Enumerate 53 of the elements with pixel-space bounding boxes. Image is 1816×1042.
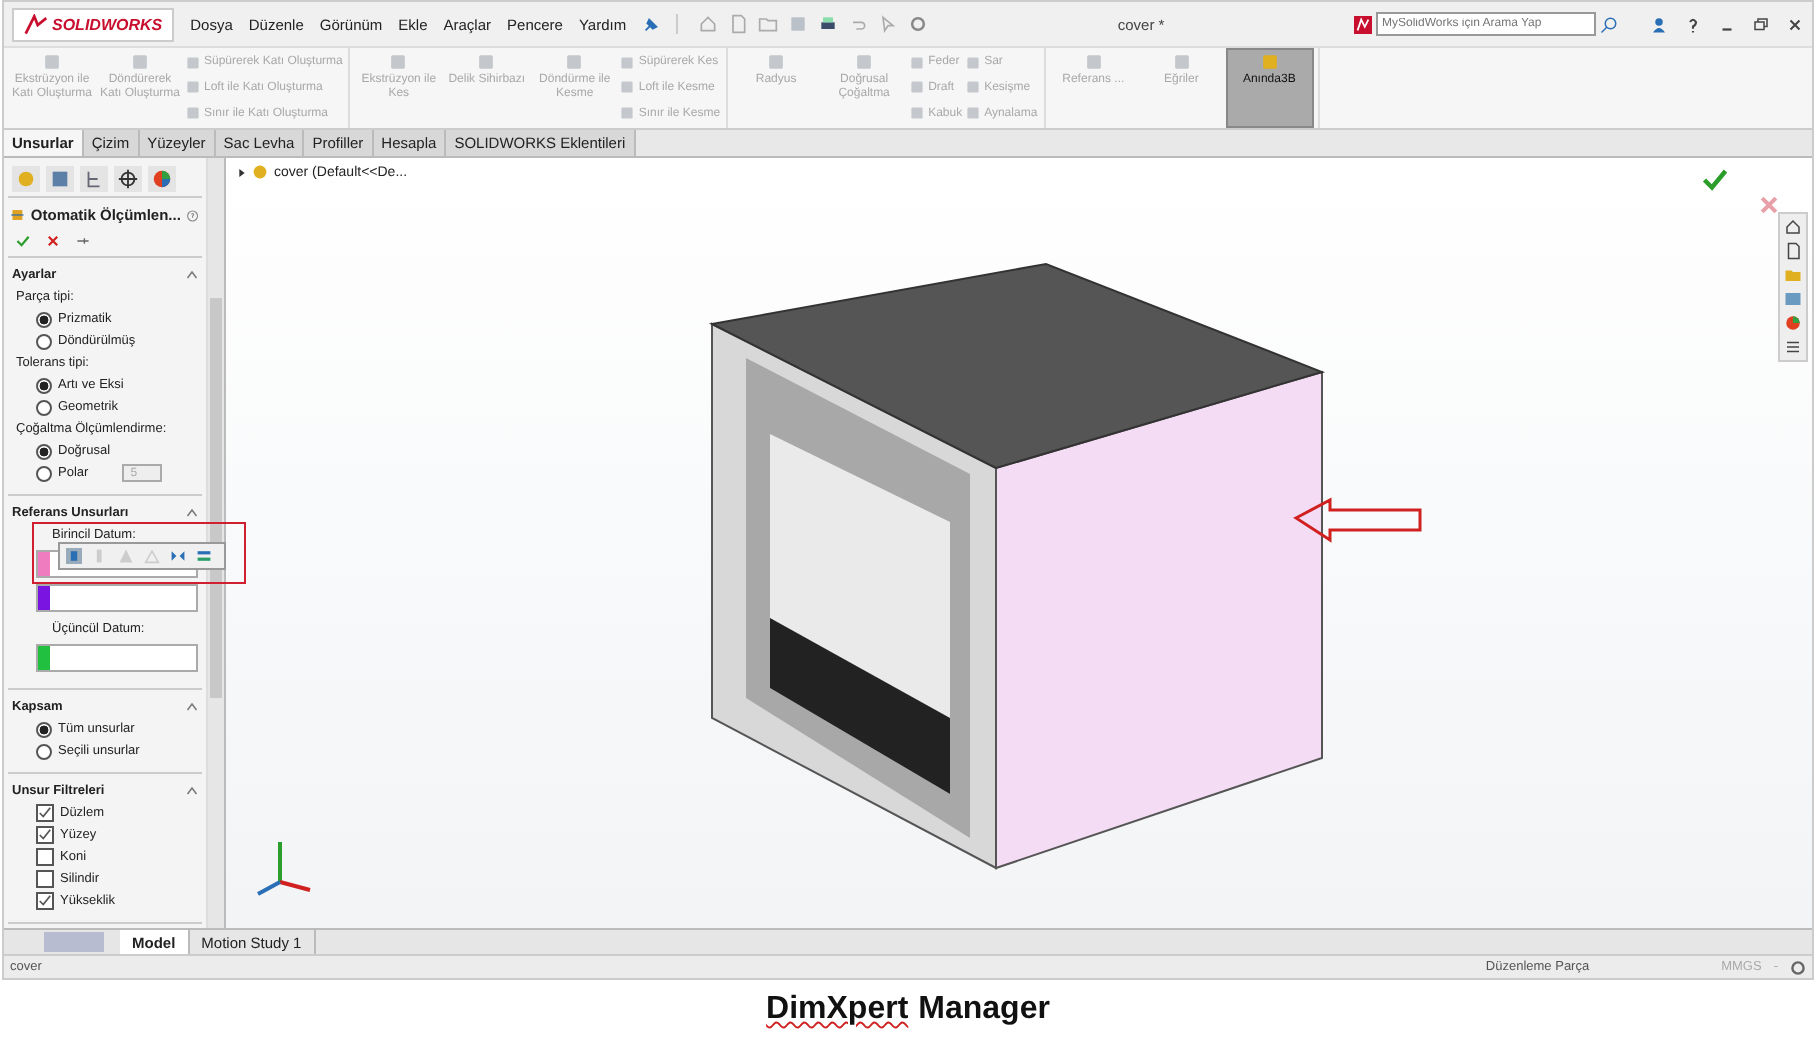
part-icon (252, 164, 268, 180)
cancel-icon[interactable] (46, 234, 60, 248)
expand-arrow-icon[interactable] (238, 167, 246, 177)
scrollbar[interactable] (206, 158, 224, 928)
ok-icon[interactable] (16, 234, 30, 248)
pin-icon[interactable] (642, 15, 661, 33)
checkbox[interactable] (36, 892, 54, 910)
collapse-caret-icon[interactable] (186, 786, 198, 796)
restore-icon[interactable] (1752, 15, 1770, 33)
home-icon[interactable] (1784, 218, 1802, 236)
collapse-caret-icon[interactable] (186, 270, 198, 280)
document-icon[interactable] (1784, 242, 1802, 260)
caption-word: Manager (918, 992, 1050, 1028)
help-icon[interactable] (1684, 15, 1702, 33)
tool-icon (1257, 50, 1282, 74)
radio-button[interactable] (36, 743, 52, 759)
property-tab[interactable] (46, 166, 74, 192)
caption-word: DimXpert (766, 992, 909, 1028)
axis-triad-icon (257, 842, 311, 896)
radio-button[interactable] (36, 333, 52, 349)
checkbox[interactable] (36, 848, 54, 866)
list-icon[interactable] (1784, 338, 1802, 356)
close-icon[interactable] (1786, 15, 1804, 33)
datum-field[interactable] (36, 644, 198, 672)
pointer-arrow (1293, 497, 1422, 543)
user-icon[interactable] (1650, 15, 1668, 33)
crosshair-tab[interactable] (114, 166, 142, 192)
color-wheel-tab[interactable] (148, 166, 176, 192)
search-logo-icon (1354, 15, 1372, 33)
checkbox[interactable] (36, 826, 54, 844)
radio-button[interactable] (36, 443, 52, 459)
ds-logo-icon (24, 13, 48, 35)
print-icon[interactable] (818, 14, 839, 34)
color-wheel-icon[interactable] (1784, 314, 1802, 332)
pin-icon[interactable] (76, 234, 90, 248)
radio-button[interactable] (36, 399, 52, 415)
image-icon[interactable] (1784, 290, 1802, 308)
collapse-caret-icon[interactable] (186, 508, 198, 518)
radio-button[interactable] (36, 721, 52, 737)
mirror-icon[interactable] (170, 548, 186, 564)
app-logo[interactable]: SOLIDWORKS (12, 7, 175, 41)
search-icon[interactable] (1600, 15, 1618, 33)
layers-icon[interactable] (196, 548, 212, 564)
logo-text: SOLIDWORKS (52, 15, 163, 33)
checkbox[interactable] (36, 804, 54, 822)
datum-field[interactable] (36, 584, 198, 612)
collapse-caret-icon[interactable] (186, 702, 198, 712)
dimension-icon (10, 206, 25, 224)
radio-button[interactable] (36, 377, 52, 393)
ok-icon[interactable] (1702, 168, 1728, 192)
configuration-tab[interactable] (80, 166, 108, 192)
radio-button[interactable] (36, 311, 52, 327)
checkbox[interactable] (36, 870, 54, 888)
